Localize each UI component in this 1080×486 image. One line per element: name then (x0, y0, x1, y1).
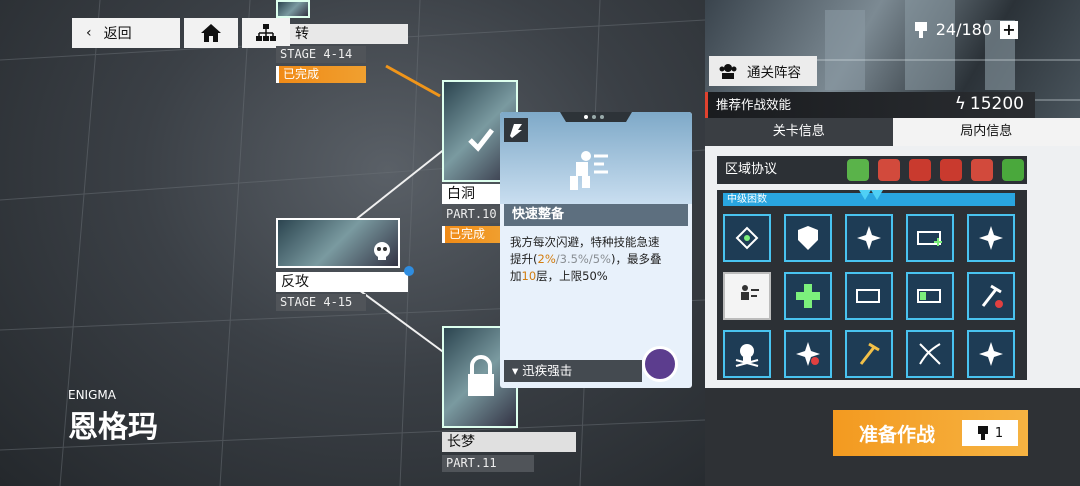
hierarchy-icon (256, 24, 276, 41)
marker-arrow-icon (859, 190, 883, 200)
stage-name[interactable]: 转 (290, 24, 408, 44)
stamina-icon (914, 21, 927, 38)
stage-thumbnail[interactable] (276, 0, 310, 18)
buff-icon[interactable] (967, 330, 1015, 378)
current-marker (404, 266, 414, 276)
buff-icon[interactable] (845, 272, 893, 320)
buff-icon[interactable] (967, 272, 1015, 320)
buff-icon[interactable] (967, 214, 1015, 262)
buff-icon[interactable] (723, 330, 771, 378)
status-badge: 已完成 (276, 66, 366, 83)
protocol-icon[interactable] (909, 159, 931, 181)
info-tabs: 关卡信息 局内信息 (705, 118, 1080, 146)
buff-icon[interactable] (784, 214, 832, 262)
protocol-icon[interactable] (847, 159, 869, 181)
home-button[interactable] (184, 18, 238, 48)
stage-code: PART.11 (442, 455, 534, 472)
buff-card[interactable]: 快速整备 我方每次闪避，特种技能急速 提升(2%/3.5%/5%)，最多叠 加1… (500, 112, 692, 388)
stage-code: STAGE 4-14 (276, 46, 366, 63)
chevron-left-icon: ‹ (86, 25, 92, 41)
protocol-icons (847, 159, 1024, 181)
back-button[interactable]: ‹ 返回 (72, 18, 180, 48)
card-description: 我方每次闪避，特种技能急速 提升(2%/3.5%/5%)，最多叠 加10层，上限… (510, 235, 662, 283)
buff-icon-selected[interactable] (723, 272, 771, 320)
power-value: ϟ 15200 (954, 94, 1024, 114)
buff-icon[interactable] (906, 330, 954, 378)
lightning-icon: ϟ (954, 94, 966, 114)
buff-icon[interactable] (906, 272, 954, 320)
chapter-code: ENIGMA (68, 388, 116, 402)
stage-name[interactable]: 白洞 (442, 184, 504, 204)
buff-icon[interactable] (845, 214, 893, 262)
stage-map: ‹ 返回 转 STAGE 4-14 已完成 白洞 PART.10 已完成 反攻 … (0, 0, 705, 486)
stage-code: PART.10 (442, 206, 504, 223)
home-icon (201, 24, 221, 42)
stamina-counter: 24/180 + (914, 20, 1018, 39)
stage-thumbnail-selected[interactable] (276, 218, 400, 268)
card-art (500, 112, 692, 204)
stage-code: STAGE 4-15 (276, 294, 366, 311)
buff-icon[interactable] (784, 330, 832, 378)
hierarchy-button[interactable] (242, 18, 290, 48)
stamina-icon (977, 426, 988, 440)
chapter-title: 恩格玛 (68, 410, 158, 445)
protocol-icon[interactable] (971, 159, 993, 181)
protocol-icon[interactable] (1002, 159, 1024, 181)
tab-run-info[interactable]: 局内信息 (892, 118, 1080, 146)
stage-name[interactable]: 长梦 (442, 432, 576, 452)
stage-name[interactable]: 反攻 (276, 272, 408, 292)
team-icon (719, 64, 737, 79)
protocol-icon[interactable] (940, 159, 962, 181)
dodge-runner-icon (504, 112, 632, 190)
run-info-content: 区域协议 中级困数 (705, 146, 1080, 388)
triangle-down-icon: ▾ (512, 363, 519, 378)
protocol-icon[interactable] (878, 159, 900, 181)
clear-lineup-button[interactable]: 通关阵容 (709, 56, 817, 86)
card-footer-dropdown[interactable]: ▾ 迅疾强击 (504, 360, 642, 382)
buff-icon[interactable] (784, 272, 832, 320)
card-title: 快速整备 (504, 204, 688, 226)
add-stamina-button[interactable]: + (1000, 20, 1018, 39)
tab-stage-info[interactable]: 关卡信息 (705, 118, 893, 146)
buff-icon[interactable] (906, 214, 954, 262)
buff-grid (723, 214, 1015, 378)
skill-badge-icon[interactable] (642, 346, 678, 382)
skull-icon (374, 242, 390, 260)
path-line-done (385, 64, 441, 98)
buff-grid-panel: 中级困数 (717, 190, 1027, 380)
status-badge: 已完成 (442, 226, 504, 243)
zone-protocol-bar: 区域协议 (717, 156, 1027, 184)
buff-icon[interactable] (723, 214, 771, 262)
battle-cost: 1 (962, 420, 1018, 446)
buff-icon[interactable] (845, 330, 893, 378)
